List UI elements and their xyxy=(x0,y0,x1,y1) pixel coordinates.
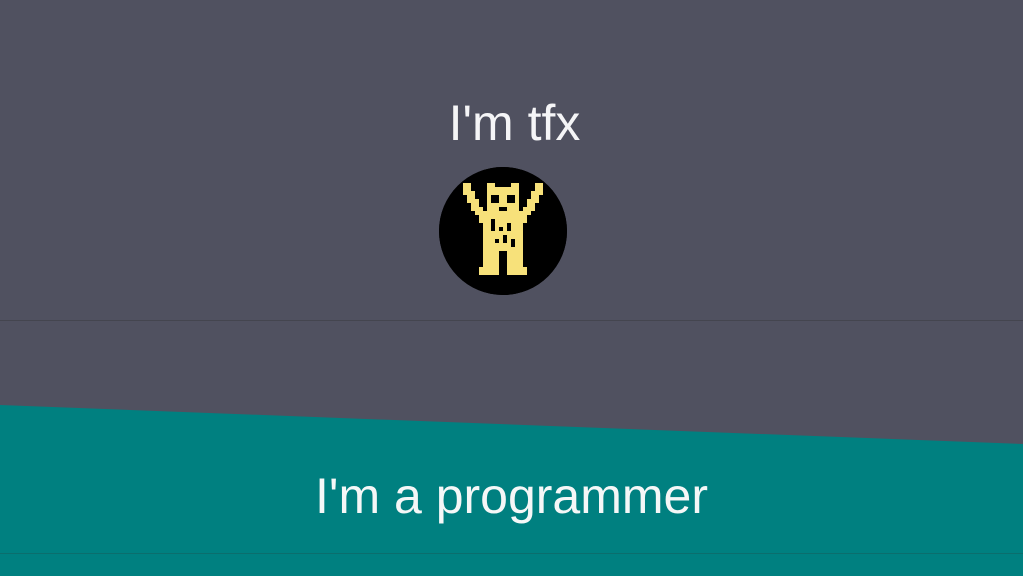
page: I'm tfx I'm a programmer xyxy=(0,0,1023,576)
section-divider-bottom xyxy=(0,553,1023,554)
tagline: I'm a programmer xyxy=(315,468,708,524)
